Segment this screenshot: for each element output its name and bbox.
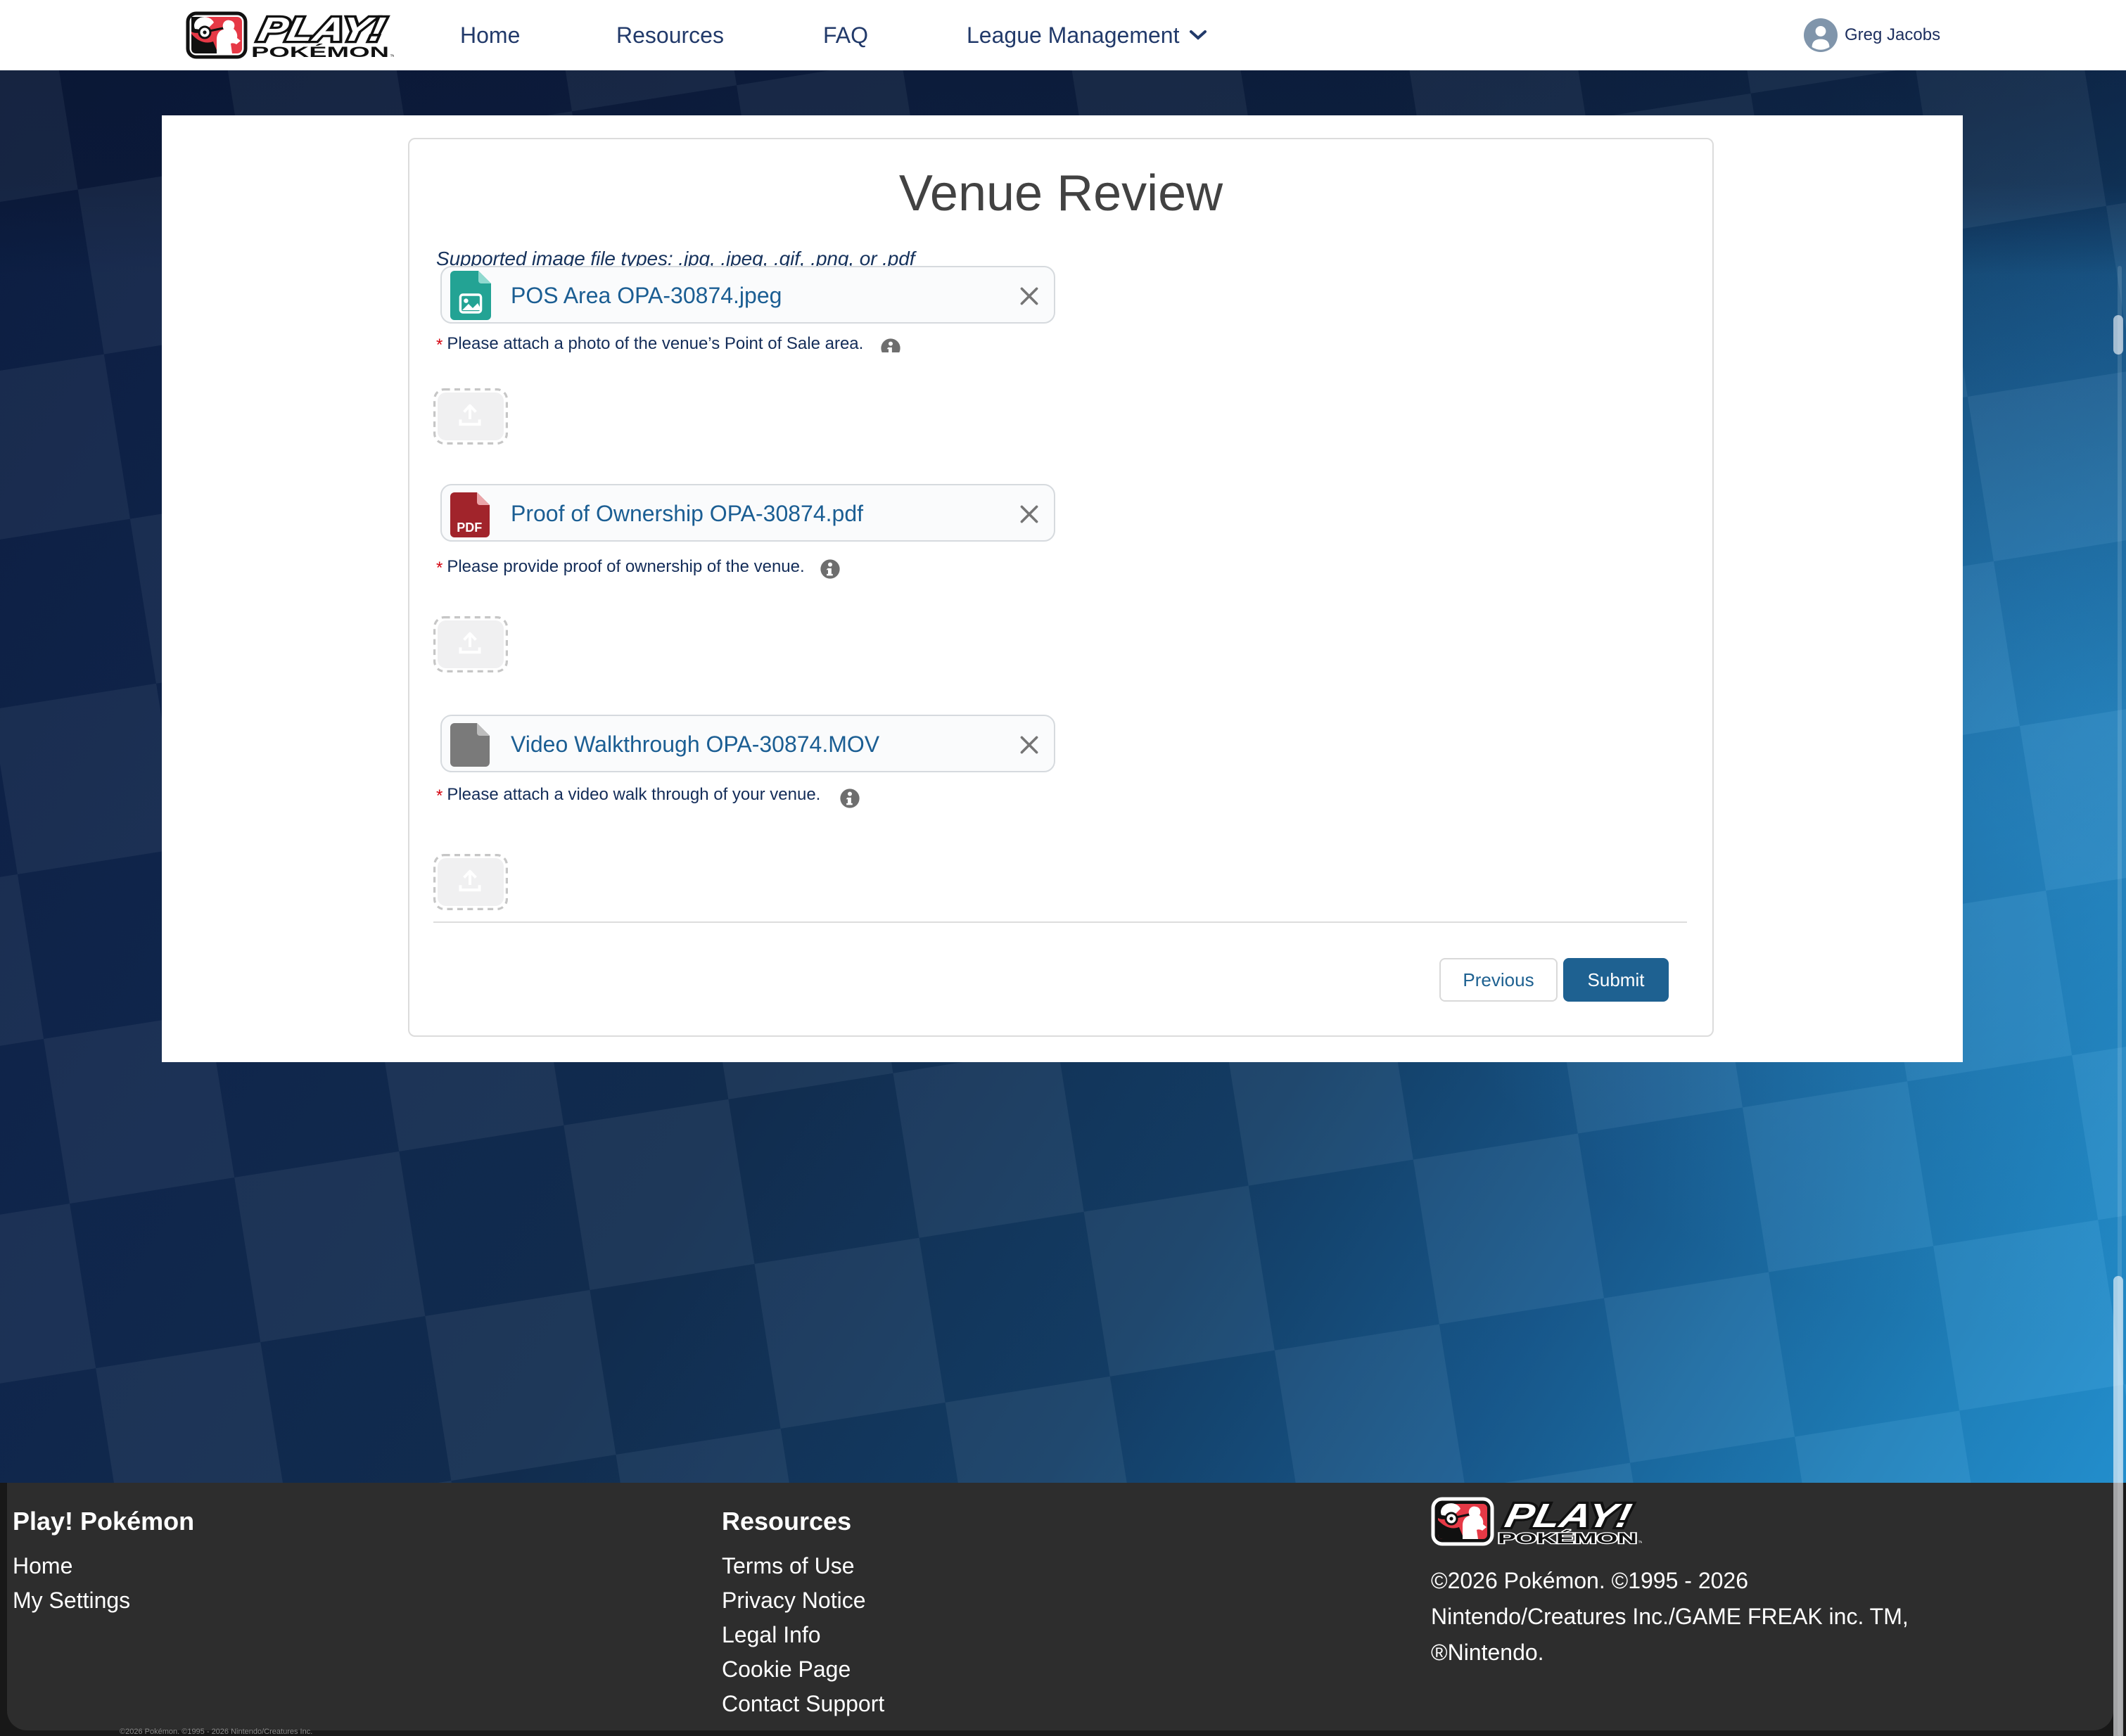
- svg-text:POKÉMON: POKÉMON: [251, 43, 389, 59]
- svg-text:PLAY!: PLAY!: [1502, 1497, 1635, 1534]
- svg-text:PLAY!: PLAY!: [255, 11, 388, 49]
- svg-text:POKÉMON: POKÉMON: [1498, 1529, 1637, 1546]
- svg-text:™: ™: [390, 53, 394, 59]
- svg-text:™: ™: [1638, 1540, 1642, 1546]
- svg-text:PDF: PDF: [457, 521, 482, 535]
